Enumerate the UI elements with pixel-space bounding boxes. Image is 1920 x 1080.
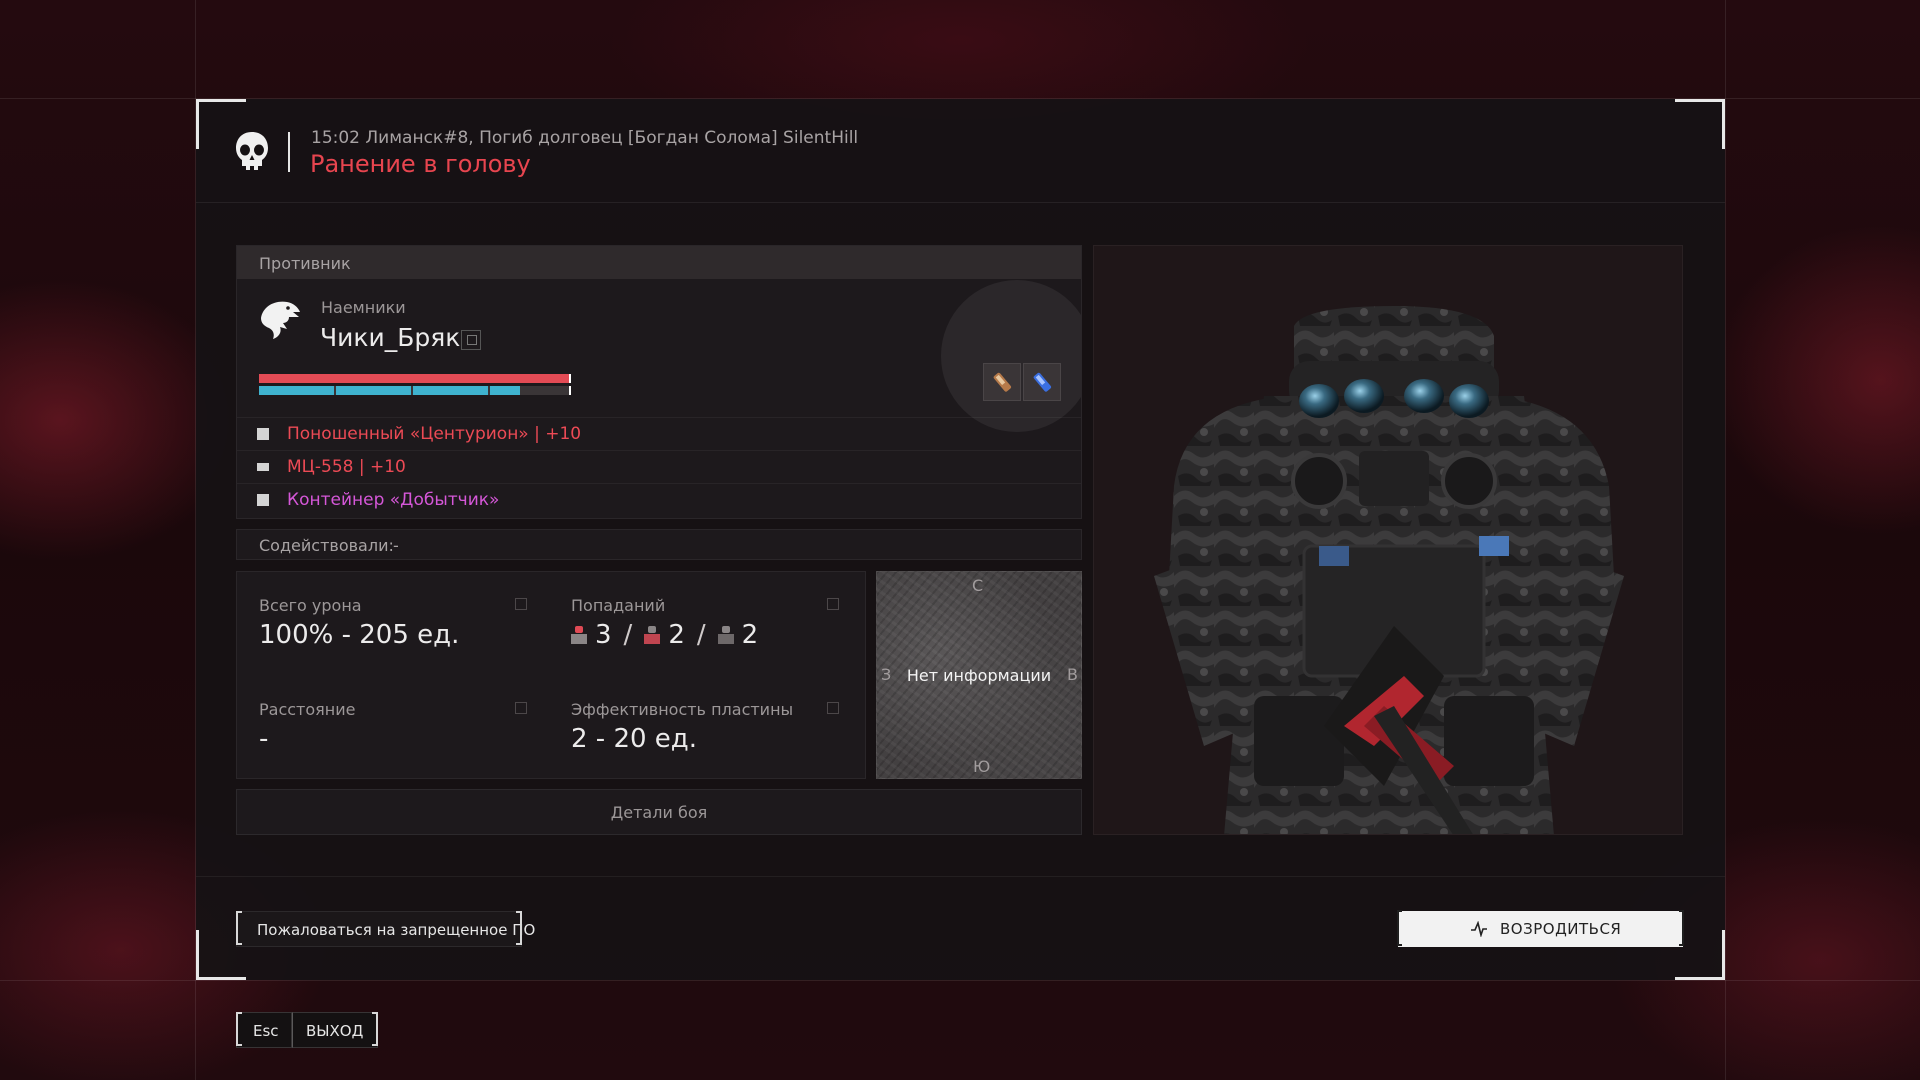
grid-line xyxy=(0,980,1920,981)
report-cheats-label: Пожаловаться на запрещенное ПО xyxy=(257,921,536,939)
separator: / xyxy=(623,620,633,650)
stats-grid: Всего урона 100% - 205 ед. Попаданий 3 /… xyxy=(236,571,866,779)
syringe-icon xyxy=(993,372,1012,392)
loot-item-armor[interactable]: Поношенный «Центурион» | +10 xyxy=(237,417,1081,450)
enemy-card: Противник Наемники Чики_Бряк Поношенный … xyxy=(236,245,1082,519)
armor-segment xyxy=(259,386,334,395)
syringe-icon xyxy=(1033,372,1052,392)
enemy-name: Чики_Бряк xyxy=(320,323,461,352)
stat-value: 100% - 205 ед. xyxy=(259,620,460,650)
head-hits: 3 xyxy=(595,620,612,650)
death-info: 15:02 Лиманск#8, Погиб долговец [Богдан … xyxy=(311,128,859,148)
button-bracket xyxy=(1397,910,1402,946)
compass-south: Ю xyxy=(973,757,991,776)
stat-value: 2 - 20 ед. xyxy=(571,724,698,754)
header-separator xyxy=(288,132,290,172)
button-bracket xyxy=(516,911,522,945)
info-icon[interactable] xyxy=(827,702,839,714)
exit-control[interactable]: Esc ВЫХОД xyxy=(236,1012,378,1048)
esc-key[interactable]: Esc xyxy=(236,1012,292,1048)
skull-icon xyxy=(236,132,268,170)
body-hits: 2 xyxy=(668,620,685,650)
grid-line xyxy=(1725,0,1726,1080)
enemy-section-label: Противник xyxy=(259,254,351,273)
pulse-icon xyxy=(1471,921,1487,937)
stat-distance: Расстояние - xyxy=(237,676,549,776)
stat-value: - xyxy=(259,724,269,754)
exit-label: ВЫХОД xyxy=(306,1022,364,1040)
stat-label: Всего урона xyxy=(259,596,362,615)
esc-key-label: Esc xyxy=(253,1022,279,1040)
limb-hits: 2 xyxy=(741,620,759,650)
enemy-armor-bar xyxy=(259,386,571,395)
loot-item-weapon[interactable]: МЦ-558 | +10 xyxy=(237,450,1081,483)
battle-details-label: Детали боя xyxy=(610,803,708,822)
head-hit-icon xyxy=(571,626,587,644)
loot-item-label: Контейнер «Добытчик» xyxy=(287,490,500,510)
stat-label: Попаданий xyxy=(571,596,666,615)
button-bracket xyxy=(1679,910,1684,946)
button-bracket xyxy=(236,1012,242,1046)
footer-divider xyxy=(196,876,1725,877)
exit-button[interactable]: ВЫХОД xyxy=(292,1012,378,1048)
item-slot[interactable] xyxy=(1023,363,1061,401)
faction-watermark-icon xyxy=(941,280,1081,432)
info-icon[interactable] xyxy=(515,598,527,610)
compass-north: С xyxy=(972,576,984,595)
respawn-label: ВОЗРОДИТЬСЯ xyxy=(1500,920,1622,938)
button-bracket xyxy=(236,911,242,945)
eagle-icon xyxy=(261,301,300,339)
stat-label: Расстояние xyxy=(259,700,356,719)
container-icon xyxy=(257,494,269,506)
armor-segment xyxy=(336,386,411,395)
body-hit-icon xyxy=(644,626,661,644)
stat-label: Эффективность пластины xyxy=(571,700,794,719)
hits-breakdown: 3 / 2 / 2 xyxy=(571,620,758,650)
stat-total-damage: Всего урона 100% - 205 ед. xyxy=(237,572,549,672)
loot-item-label: Поношенный «Центурион» | +10 xyxy=(287,424,582,444)
loot-item-container[interactable]: Контейнер «Добытчик» xyxy=(237,483,1081,516)
info-icon[interactable] xyxy=(827,598,839,610)
gun-icon xyxy=(257,463,269,471)
enemy-health-bar xyxy=(259,374,571,383)
battle-details-button[interactable]: Детали боя xyxy=(236,789,1082,835)
assist-label: Содействовали: xyxy=(259,536,394,555)
respawn-button[interactable]: ВОЗРОДИТЬСЯ xyxy=(1397,910,1684,947)
report-cheats-button[interactable]: Пожаловаться на запрещенное ПО xyxy=(236,911,535,947)
loot-item-label: МЦ-558 | +10 xyxy=(287,457,406,477)
limb-hit-icon xyxy=(717,626,734,644)
minimap-message: Нет информации xyxy=(906,666,1052,685)
assist-value: - xyxy=(393,536,399,555)
enemy-card-header: Противник xyxy=(237,246,1081,279)
enemy-model-viewer[interactable] xyxy=(1093,245,1683,835)
stat-plate-efficiency: Эффективность пластины 2 - 20 ед. xyxy=(549,676,861,776)
armor-icon xyxy=(257,428,269,440)
minimap: С З В Ю Нет информации xyxy=(876,571,1082,779)
stat-hits: Попаданий 3 / 2 / 2 xyxy=(549,572,861,672)
copy-icon[interactable] xyxy=(461,330,481,350)
item-slot[interactable] xyxy=(983,363,1021,401)
button-bracket xyxy=(372,1012,378,1046)
assist-row: Содействовали: - xyxy=(236,529,1082,560)
enemy-faction: Наемники xyxy=(321,298,406,317)
death-cause: Ранение в голову xyxy=(310,150,531,178)
armor-segment xyxy=(413,386,488,395)
enemy-character-model xyxy=(1154,306,1624,834)
info-icon[interactable] xyxy=(515,702,527,714)
separator: / xyxy=(696,620,706,650)
armor-segment xyxy=(490,386,520,395)
